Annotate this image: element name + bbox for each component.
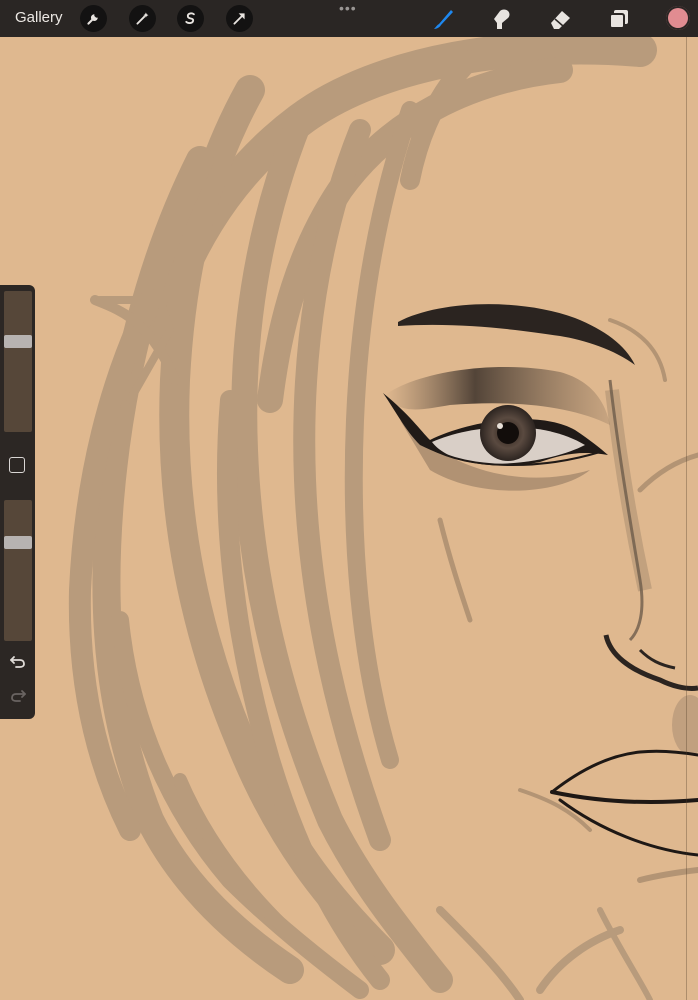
magic-wand-icon — [136, 12, 149, 25]
more-options-handle[interactable]: ••• — [339, 1, 357, 15]
brush-size-handle[interactable] — [4, 334, 32, 348]
gallery-button[interactable]: Gallery — [15, 9, 63, 26]
brush-icon — [434, 10, 453, 29]
opacity-handle[interactable] — [4, 535, 32, 549]
opacity-slider[interactable] — [4, 500, 32, 641]
layers-icon — [609, 10, 628, 29]
guide-line — [686, 37, 687, 1000]
layers-button[interactable] — [605, 5, 633, 33]
brush-tool-button[interactable] — [429, 5, 457, 33]
top-toolbar: Gallery ••• — [0, 0, 698, 37]
transform-arrow-icon — [233, 13, 245, 25]
eraser-icon — [551, 11, 570, 29]
undo-icon[interactable] — [9, 653, 27, 669]
drawing-canvas[interactable] — [0, 0, 698, 1000]
eraser-tool-button[interactable] — [546, 5, 574, 33]
selection-s-icon — [185, 12, 195, 25]
smudge-tool-button[interactable] — [488, 5, 516, 33]
redo-icon[interactable] — [9, 687, 27, 703]
transform-button[interactable] — [226, 5, 253, 32]
wrench-icon — [87, 14, 98, 25]
color-picker-button[interactable] — [666, 6, 690, 30]
selection-button[interactable] — [177, 5, 204, 32]
brush-size-slider[interactable] — [4, 291, 32, 432]
adjustments-button[interactable] — [129, 5, 156, 32]
smudge-icon — [494, 9, 510, 29]
side-bar — [0, 285, 35, 719]
modify-button[interactable] — [9, 457, 25, 473]
actions-button[interactable] — [80, 5, 107, 32]
